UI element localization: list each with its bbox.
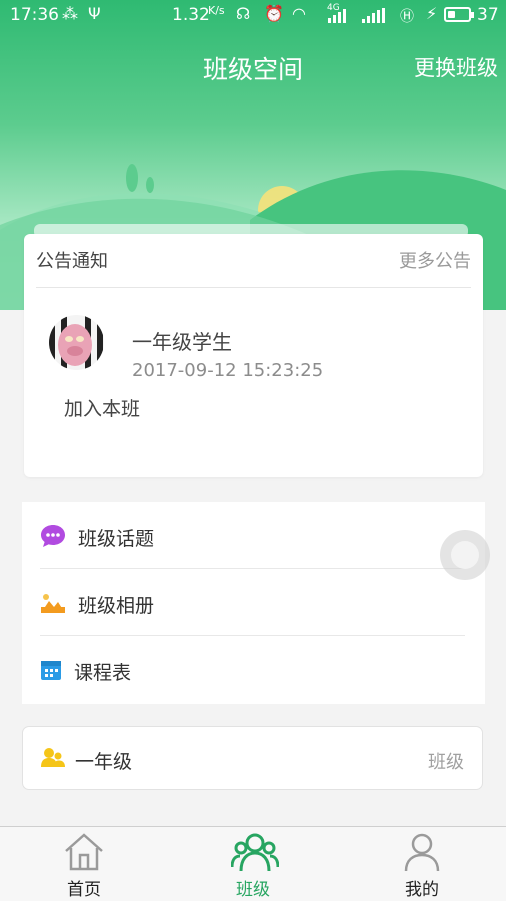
alarm-icon: ⏰ — [264, 4, 284, 23]
tab-class[interactable]: 班级 — [193, 827, 313, 901]
charging-icon: ⚡ — [426, 4, 438, 23]
bottom-tab-bar: 首页 班级 我的 — [0, 826, 506, 901]
home-icon — [65, 833, 103, 871]
avatar-image — [49, 315, 104, 370]
tab-label: 班级 — [236, 880, 270, 900]
tab-mine[interactable]: 我的 — [362, 827, 482, 901]
status-bar: 17:36 ⁂ Ψ 1.32 K/s ☊ ⏰ ◠ 4G Ⓗ ⚡ 37 — [0, 0, 506, 32]
people-icon — [41, 748, 65, 767]
tab-home[interactable]: 首页 — [24, 827, 144, 901]
floating-assistive-button[interactable] — [440, 530, 490, 580]
class-menu: 班级话题 班级相册 课程表 — [22, 502, 485, 704]
class-group-icon — [231, 833, 279, 872]
usb-share-icon: ⁂ — [62, 4, 78, 23]
divider — [36, 287, 471, 288]
switch-class-button[interactable]: 更换班级 — [414, 52, 498, 82]
status-time: 17:36 — [10, 5, 59, 25]
notice-card[interactable]: 公告通知 更多公告 一年级学生 2017-09-12 15:23:25 加入本班 — [24, 234, 483, 477]
avatar[interactable] — [49, 315, 104, 370]
hd-icon: Ⓗ — [400, 9, 414, 25]
more-notices-link[interactable]: 更多公告 — [399, 247, 471, 273]
usb-icon: Ψ — [88, 4, 101, 23]
notice-timestamp: 2017-09-12 15:23:25 — [132, 360, 324, 381]
battery-percent: 37 — [477, 5, 499, 25]
class-card[interactable]: 一年级 班级 — [22, 726, 483, 790]
menu-item-class-album[interactable]: 班级相册 — [22, 569, 485, 636]
class-name: 一年级 — [75, 751, 133, 773]
network-speed: 1.32 — [172, 5, 210, 25]
menu-item-label: 班级话题 — [78, 528, 155, 550]
menu-item-timetable[interactable]: 课程表 — [22, 636, 485, 703]
calendar-icon — [41, 661, 61, 680]
chat-bubble-icon — [41, 525, 65, 547]
cell-signal-2-icon — [362, 8, 385, 23]
wifi-icon: ◠ — [292, 4, 306, 23]
profile-icon — [404, 833, 440, 872]
notice-content: 加入本班 — [64, 398, 141, 420]
tab-label: 我的 — [405, 880, 439, 900]
battery-icon — [444, 7, 474, 22]
network-speed-unit: K/s — [208, 4, 225, 17]
poster-name: 一年级学生 — [132, 330, 232, 354]
menu-item-class-topics[interactable]: 班级话题 — [22, 502, 485, 569]
notice-title: 公告通知 — [36, 251, 108, 272]
tab-label: 首页 — [67, 880, 101, 900]
photo-album-icon — [41, 594, 65, 613]
menu-item-label: 班级相册 — [78, 595, 155, 617]
menu-item-label: 课程表 — [74, 662, 132, 684]
cell-signal-icon — [328, 9, 346, 23]
class-tag: 班级 — [428, 752, 464, 773]
signal-boost-icon: ☊ — [236, 4, 251, 23]
